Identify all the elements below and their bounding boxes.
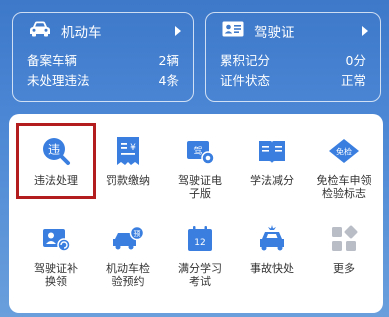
service-study-reduce-points[interactable]: 学法减分 (236, 126, 308, 216)
car-icon (29, 21, 51, 41)
license-card-header[interactable]: 驾驶证 (206, 13, 380, 49)
svg-text:驾: 驾 (193, 146, 202, 157)
vehicle-card[interactable]: 机动车 备案车辆 2辆 未处理违法 4条 (12, 12, 194, 102)
service-label: 更多 (333, 262, 355, 275)
full-score-exam-icon: 12 (183, 222, 217, 256)
accident-quick-icon (255, 222, 289, 256)
service-label: 学法减分 (250, 174, 294, 187)
vehicle-card-header[interactable]: 机动车 (13, 13, 193, 49)
fine-payment-icon: ¥ (111, 134, 145, 168)
service-accident-quick[interactable]: 事故快处 (236, 214, 308, 304)
license-card-title: 驾驶证 (254, 25, 295, 41)
chevron-right-icon[interactable] (175, 26, 181, 36)
exempt-inspection-icon: 免检 (327, 134, 361, 168)
row-value: 正常 (340, 72, 366, 88)
service-more[interactable]: 更多 (308, 214, 380, 304)
more-grid-icon (327, 222, 361, 256)
svg-text:免检: 免检 (336, 147, 352, 157)
service-label: 罚款缴纳 (106, 174, 150, 187)
service-violation-handling[interactable]: 违 违法处理 (20, 126, 92, 216)
row-value: 4条 (158, 72, 179, 88)
service-exempt-inspection[interactable]: 免检 免检车申领 检验标志 (308, 126, 380, 216)
license-card[interactable]: 驾驶证 累积记分 0分 证件状态 正常 (205, 12, 381, 102)
service-label: 驾驶证补 换领 (34, 262, 78, 288)
service-label: 机动车检 验预约 (106, 262, 150, 288)
vehicle-card-title: 机动车 (61, 25, 102, 41)
service-label: 事故快处 (250, 262, 294, 275)
svg-text:预: 预 (134, 229, 141, 238)
service-full-score-exam[interactable]: 12 满分学习 考试 (164, 214, 236, 304)
row-value: 2辆 (158, 52, 179, 68)
service-label: 驾驶证电 子版 (178, 174, 222, 200)
unprocessed-violations-row[interactable]: 未处理违法 4条 (13, 69, 193, 89)
study-book-icon (255, 134, 289, 168)
service-label: 免检车申领 检验标志 (316, 174, 372, 200)
service-label: 满分学习 考试 (178, 262, 222, 288)
license-replace-icon (39, 222, 73, 256)
row-label: 备案车辆 (27, 52, 78, 68)
vehicle-inspection-booking-icon: 预 (111, 222, 145, 256)
service-license-replace[interactable]: 驾驶证补 换领 (20, 214, 92, 304)
service-e-license[interactable]: 驾 驾驶证电 子版 (164, 126, 236, 216)
license-status-row[interactable]: 证件状态 正常 (206, 69, 380, 89)
svg-text:12: 12 (194, 238, 205, 248)
violation-search-icon: 违 (39, 134, 73, 168)
row-label: 累积记分 (220, 52, 271, 68)
accumulated-points-row[interactable]: 累积记分 0分 (206, 49, 380, 69)
row-label: 未处理违法 (27, 72, 90, 88)
service-fine-payment[interactable]: ¥ 罚款缴纳 (92, 126, 164, 216)
chevron-right-icon[interactable] (362, 26, 368, 36)
id-card-icon (222, 21, 244, 41)
service-vehicle-inspection-booking[interactable]: 预 机动车检 验预约 (92, 214, 164, 304)
svg-text:违: 违 (48, 143, 60, 157)
e-license-icon: 驾 (183, 134, 217, 168)
services-grid: 违 违法处理 ¥ 罚款缴纳 驾 驾驶证电 子版 学法减分 免检 免检车申领 检验… (9, 114, 383, 313)
row-label: 证件状态 (220, 72, 271, 88)
row-value: 0分 (345, 52, 366, 68)
service-label: 违法处理 (34, 174, 78, 187)
svg-text:¥: ¥ (130, 143, 136, 153)
registered-vehicles-row[interactable]: 备案车辆 2辆 (13, 49, 193, 69)
